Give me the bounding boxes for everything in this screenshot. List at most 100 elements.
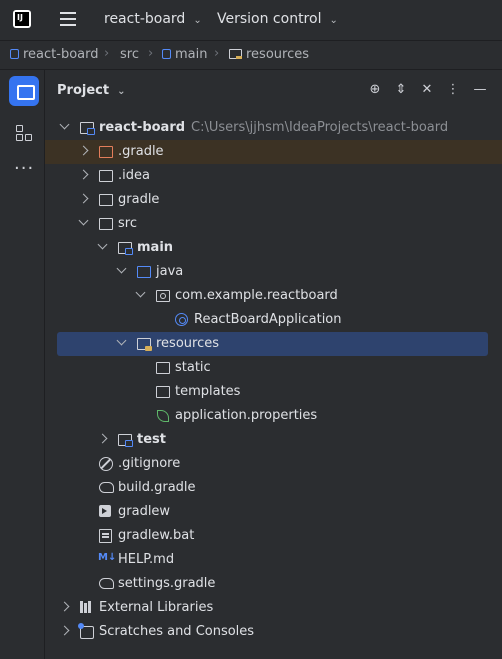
- folder-icon: [98, 217, 114, 231]
- tree-node-label: react-board C:\Users\jjhsm\IdeaProjects\r…: [99, 120, 448, 135]
- tree-node-label: Scratches and Consoles: [99, 624, 254, 639]
- tree-node-help-md[interactable]: M↓ HELP.md: [45, 548, 502, 572]
- tree-node-static[interactable]: static: [45, 356, 502, 380]
- tree-node-label: settings.gradle: [118, 576, 215, 591]
- tree-node-gitignore[interactable]: .gitignore: [45, 452, 502, 476]
- chevron-right-icon[interactable]: [97, 433, 108, 444]
- breadcrumb-separator: ›: [104, 46, 110, 61]
- chevron-down-icon[interactable]: [116, 335, 127, 346]
- tree-node-label: gradlew.bat: [118, 528, 194, 543]
- gitignore-icon: [98, 457, 114, 471]
- resources-folder-icon: [136, 337, 152, 351]
- tree-node-text: src: [118, 216, 137, 231]
- tree-node-text: application.properties: [175, 408, 318, 423]
- panel-title[interactable]: Project ⌄: [57, 83, 125, 98]
- folder-icon: [98, 193, 114, 207]
- project-switcher[interactable]: react-board ⌄: [104, 11, 202, 27]
- source-folder-icon: [136, 265, 152, 279]
- chevron-down-icon[interactable]: [59, 119, 70, 130]
- tree-node-build-gradle[interactable]: build.gradle: [45, 476, 502, 500]
- structure-toolwindow-icon[interactable]: [16, 125, 32, 141]
- tree-node-label: .gradle: [118, 144, 164, 159]
- tree-node-label: test: [137, 432, 166, 447]
- locate-icon[interactable]: ⊕: [367, 82, 383, 98]
- tree-node-text: gradlew.bat: [118, 528, 195, 543]
- tree-node-text: test: [137, 432, 166, 447]
- expand-collapse-icon[interactable]: ⇕: [393, 82, 409, 98]
- tree-node-label: com.example.reactboard: [175, 288, 338, 303]
- tree-node-idea[interactable]: .idea: [45, 164, 502, 188]
- resources-folder-icon: [229, 49, 242, 59]
- chevron-down-icon[interactable]: [135, 287, 146, 298]
- chevron-down-icon[interactable]: [78, 215, 89, 226]
- chevron-right-icon[interactable]: [59, 625, 70, 636]
- more-icon[interactable]: ⋮: [445, 82, 461, 98]
- breadcrumb-label: react-board: [23, 47, 99, 62]
- tree-node-label: gradlew: [118, 504, 170, 519]
- chevron-down-icon: ⌄: [193, 15, 202, 26]
- breadcrumb-item-main[interactable]: main: [162, 47, 207, 62]
- tree-node-label: External Libraries: [99, 600, 213, 615]
- tree-node-gradlew-bat[interactable]: gradlew.bat: [45, 524, 502, 548]
- breadcrumb-separator: ›: [214, 46, 220, 61]
- chevron-right-icon[interactable]: [78, 169, 89, 180]
- gradle-icon: [98, 481, 114, 495]
- chevron-down-icon[interactable]: [116, 263, 127, 274]
- tree-node-application-properties[interactable]: application.properties: [45, 404, 502, 428]
- breadcrumb-item-react-board[interactable]: react-board: [10, 47, 99, 62]
- chevron-right-icon[interactable]: [78, 193, 89, 204]
- tree-node-text: ReactBoardApplication: [194, 312, 342, 327]
- tree-node-text: .gradle: [118, 144, 164, 159]
- tree-node-settings-gradle[interactable]: settings.gradle: [45, 572, 502, 596]
- tree-node-text: settings.gradle: [118, 576, 216, 591]
- tree-node-gradle[interactable]: .gradle: [45, 140, 502, 164]
- tree-node-text: HELP.md: [118, 552, 175, 567]
- tree-node-react-board[interactable]: react-board C:\Users\jjhsm\IdeaProjects\r…: [45, 116, 502, 140]
- breadcrumb: react-board › src › main › resources: [0, 41, 502, 70]
- tree-node-com-example-reactboard[interactable]: com.example.reactboard: [45, 284, 502, 308]
- tree-node-gradlew[interactable]: gradlew: [45, 500, 502, 524]
- tree-node-test[interactable]: test: [45, 428, 502, 452]
- vcs-widget[interactable]: Version control ⌄: [217, 11, 338, 27]
- chevron-down-icon[interactable]: [97, 239, 108, 250]
- tree-node-main[interactable]: main: [45, 236, 502, 260]
- tree-node-java[interactable]: java: [45, 260, 502, 284]
- minimize-icon[interactable]: —: [472, 82, 488, 98]
- tree-node-templates[interactable]: templates: [45, 380, 502, 404]
- collapse-all-icon[interactable]: ✕: [419, 82, 435, 98]
- tree-node-label: templates: [175, 384, 240, 399]
- tree-node-src[interactable]: src: [45, 212, 502, 236]
- main-menu-icon[interactable]: [60, 12, 76, 26]
- package-icon: [155, 289, 171, 303]
- tree-node-label: application.properties: [175, 408, 317, 423]
- tree-node-text: .idea: [118, 168, 150, 183]
- tree-node-text: static: [175, 360, 211, 375]
- logo-text: IJ: [17, 13, 23, 22]
- tree-node-external-libraries[interactable]: External Libraries: [45, 596, 502, 620]
- libraries-icon: [79, 601, 95, 615]
- project-toolwindow-icon[interactable]: [9, 76, 39, 106]
- breadcrumb-label: src: [120, 47, 139, 62]
- scratches-icon: [78, 623, 95, 639]
- tree-node-label: java: [156, 264, 183, 279]
- breadcrumb-item-resources[interactable]: resources: [229, 47, 309, 62]
- more-tool-windows-icon[interactable]: ···: [14, 160, 34, 178]
- tree-node-text: Scratches and Consoles: [99, 624, 255, 639]
- markdown-icon-text: M↓: [98, 552, 117, 563]
- tree-node-label: src: [118, 216, 137, 231]
- chevron-right-icon[interactable]: [59, 601, 70, 612]
- tree-node-text: External Libraries: [99, 600, 214, 615]
- tree-node-reactboardapplication[interactable]: ReactBoardApplication: [45, 308, 502, 332]
- breadcrumb-item-src[interactable]: src: [120, 47, 139, 62]
- tree-node-scratches-and-consoles[interactable]: Scratches and Consoles: [45, 620, 502, 644]
- tree-node-text: gradlew: [118, 504, 171, 519]
- tree-node-gradle[interactable]: gradle: [45, 188, 502, 212]
- project-path-hint: C:\Users\jjhsm\IdeaProjects\react-board: [191, 120, 449, 135]
- tree-node-resources[interactable]: resources: [57, 332, 488, 356]
- panel-title-text: Project: [57, 83, 110, 98]
- tree-node-label: resources: [156, 336, 219, 351]
- intellij-logo-icon[interactable]: IJ: [13, 10, 31, 28]
- chevron-right-icon[interactable]: [78, 145, 89, 156]
- chevron-down-icon: ⌄: [329, 15, 338, 26]
- tree-node-text: java: [156, 264, 184, 279]
